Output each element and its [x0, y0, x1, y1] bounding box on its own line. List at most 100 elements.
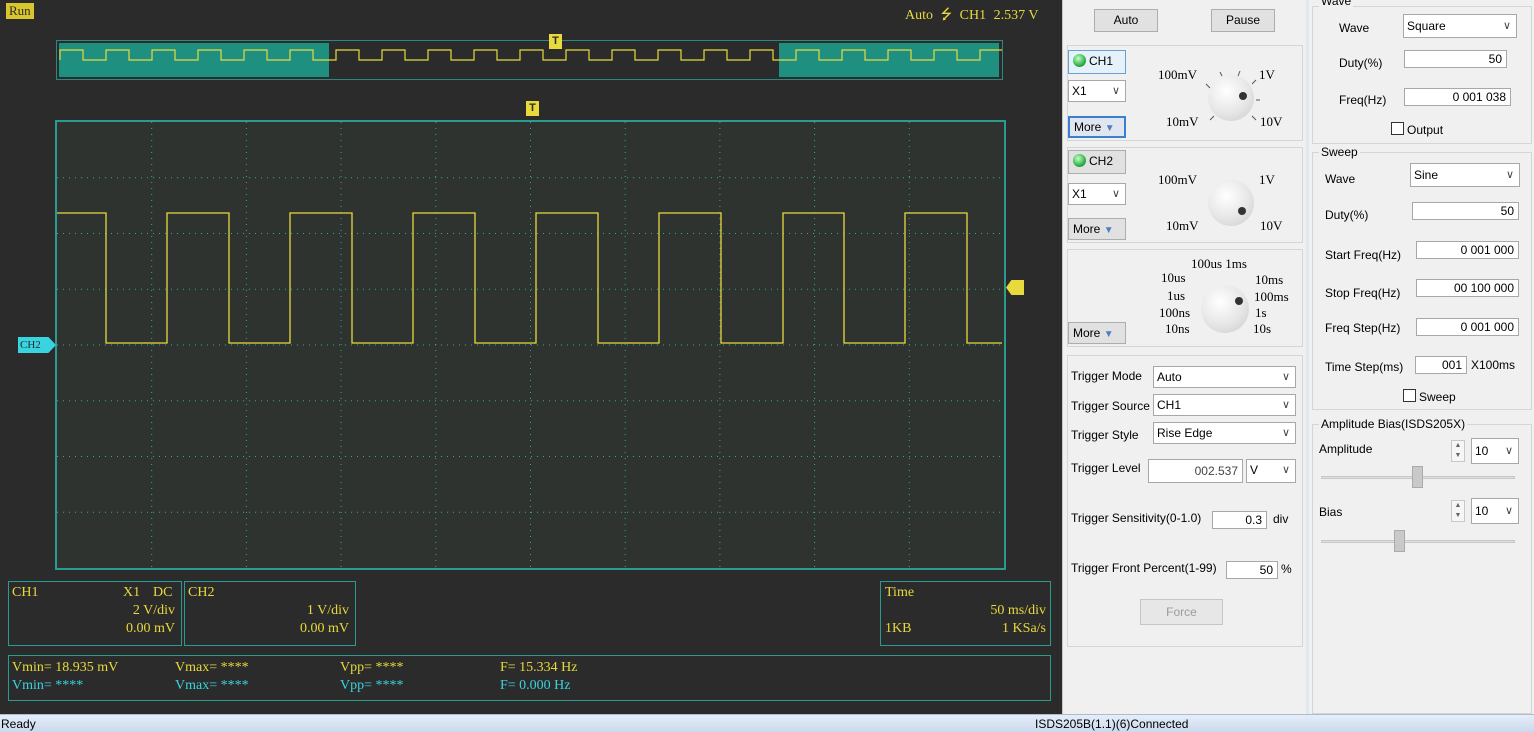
ch1-led-icon: [1073, 54, 1086, 67]
ch1-volts-div-knob[interactable]: [1208, 75, 1254, 121]
sweep-duty-label: Duty(%): [1325, 208, 1369, 222]
ch1-vmax: Vmax= ****: [175, 660, 249, 675]
time-div-knob[interactable]: [1201, 285, 1249, 333]
freq-step-input[interactable]: 0 001 000: [1416, 318, 1519, 336]
bias-select[interactable]: 10 ∨: [1471, 498, 1519, 524]
duty-label: Duty(%): [1339, 56, 1383, 70]
auto-button[interactable]: Auto: [1094, 9, 1158, 32]
ch2-info-box: CH2 1 V/div 0.00 mV: [184, 581, 356, 646]
wave-label: Wave: [1339, 21, 1370, 35]
trigger-style-select[interactable]: Rise Edge ∨: [1153, 422, 1296, 444]
amplitude-slider-thumb[interactable]: [1412, 466, 1423, 488]
waveform-overview[interactable]: [56, 40, 1003, 80]
knob-indicator-icon: [1239, 92, 1247, 100]
stop-freq-label: Stop Freq(Hz): [1325, 286, 1401, 300]
trigger-level-unit-value: V: [1250, 463, 1259, 477]
sweep-group-title: Sweep: [1319, 145, 1360, 159]
ch1-toggle-button[interactable]: CH1: [1068, 50, 1126, 74]
chevron-down-icon: ∨: [1111, 188, 1120, 200]
start-freq-input[interactable]: 0 001 000: [1416, 241, 1519, 259]
duty-input[interactable]: 50: [1404, 50, 1507, 68]
ch2-knob-label-10v: 10V: [1260, 218, 1283, 233]
memory-depth: 1KB: [885, 621, 912, 636]
amplitude-bias-group-title: Amplitude Bias(ISDS205X): [1319, 417, 1468, 431]
amplitude-select[interactable]: 10 ∨: [1471, 438, 1519, 464]
output-checkbox[interactable]: [1391, 122, 1404, 135]
time-knob-label-10ns: 10ns: [1165, 321, 1190, 336]
timebase-more-label: More: [1073, 326, 1101, 340]
ch2-volts-div-knob[interactable]: [1208, 180, 1254, 226]
ch1-more-button[interactable]: More ▼: [1068, 116, 1126, 138]
ch2-probe-select[interactable]: X1 ∨: [1068, 183, 1126, 205]
trigger-front-unit: %: [1281, 562, 1292, 576]
time-step-input[interactable]: 001: [1415, 356, 1467, 374]
chevron-down-icon: ∨: [1281, 427, 1290, 439]
chevron-down-icon: ∨: [1281, 464, 1290, 476]
wave-group-title: Wave: [1319, 0, 1354, 8]
pause-button[interactable]: Pause: [1211, 9, 1275, 32]
sample-rate: 1 KSa/s: [1002, 621, 1046, 636]
overview-trigger-marker[interactable]: T: [549, 34, 562, 49]
ch2-offset: 0.00 mV: [300, 621, 349, 636]
freq-input[interactable]: 0 001 038: [1404, 88, 1511, 106]
trigger-style-value: Rise Edge: [1157, 426, 1213, 440]
time-step-label: Time Step(ms): [1325, 360, 1404, 374]
rising-edge-icon: ⭍: [940, 8, 953, 23]
time-knob-label-1us: 1us: [1167, 288, 1186, 303]
dropdown-arrow-icon: ▼: [1103, 225, 1114, 236]
timebase-more-button[interactable]: More ▼: [1068, 322, 1126, 344]
stop-freq-input[interactable]: 00 100 000: [1416, 279, 1519, 297]
time-knob-label-100ns: 100ns: [1159, 305, 1191, 320]
ch1-probe: X1: [123, 585, 141, 600]
ch2-vpp: Vpp= ****: [340, 678, 404, 693]
ch2-probe-value: X1: [1072, 187, 1087, 201]
ch1-probe-select[interactable]: X1 ∨: [1068, 80, 1126, 102]
trigger-level-marker[interactable]: [1006, 280, 1024, 295]
trigger-level-input[interactable]: 002.537: [1148, 459, 1243, 483]
start-freq-label: Start Freq(Hz): [1325, 248, 1402, 262]
wave-select[interactable]: Square ∨: [1403, 14, 1517, 38]
time-knob-label-10s: 10s: [1253, 321, 1272, 336]
ch2-more-button[interactable]: More ▼: [1068, 218, 1126, 240]
chevron-down-icon: ∨: [1281, 371, 1290, 383]
ch1-probe-value: X1: [1072, 84, 1087, 98]
bias-slider-track[interactable]: [1321, 540, 1515, 543]
trigger-style-label: Trigger Style: [1071, 428, 1139, 442]
dropdown-arrow-icon: ▼: [1103, 329, 1114, 340]
ch2-toggle-button[interactable]: CH2: [1068, 150, 1126, 174]
sweep-duty-input[interactable]: 50: [1412, 202, 1519, 220]
trigger-sensitivity-input[interactable]: 0.3: [1212, 511, 1267, 529]
trigger-source-label: Trigger Source: [1071, 399, 1150, 413]
bias-spinner[interactable]: ▲ ▼: [1451, 500, 1465, 522]
ch2-offset-marker[interactable]: CH2: [18, 337, 56, 353]
waveform-plot[interactable]: [55, 120, 1006, 570]
trigger-level-unit-select[interactable]: V ∨: [1246, 459, 1296, 483]
sweep-checkbox[interactable]: [1403, 389, 1416, 402]
chevron-down-icon: ∨: [1111, 85, 1120, 97]
chevron-down-icon: ∨: [1504, 445, 1513, 457]
time-knob-label-10us: 10us: [1161, 270, 1186, 285]
ch2-scale: 1 V/div: [306, 603, 349, 618]
run-status-indicator[interactable]: Run: [6, 3, 34, 19]
trigger-mode-readout: Auto: [905, 8, 933, 23]
bias-value: 10: [1475, 504, 1489, 518]
ch1-offset: 0.00 mV: [126, 621, 175, 636]
trigger-level-label: Trigger Level: [1071, 461, 1141, 475]
trigger-source-select[interactable]: CH1 ∨: [1153, 394, 1296, 416]
time-knob-label-100ms: 100ms: [1254, 289, 1289, 304]
time-step-unit: X100ms: [1471, 358, 1516, 372]
sweep-wave-select[interactable]: Sine ∨: [1410, 163, 1520, 187]
bias-slider-thumb[interactable]: [1394, 530, 1405, 552]
trigger-front-input[interactable]: 50: [1226, 561, 1278, 579]
amplitude-spinner[interactable]: ▲ ▼: [1451, 440, 1465, 462]
ch2-vmin: Vmin= ****: [12, 678, 84, 693]
trigger-position-marker[interactable]: T: [526, 101, 539, 116]
ch1-coupling: DC: [153, 585, 173, 600]
trigger-mode-select[interactable]: Auto ∨: [1153, 366, 1296, 388]
trigger-front-label: Trigger Front Percent(1-99): [1071, 561, 1217, 575]
force-trigger-button[interactable]: Force: [1140, 599, 1223, 625]
ch1-knob-label-10mv: 10mV: [1166, 114, 1199, 129]
time-info-title: Time: [885, 585, 915, 600]
time-knob-label-1s: 1s: [1255, 305, 1267, 320]
ch2-led-icon: [1073, 154, 1086, 167]
